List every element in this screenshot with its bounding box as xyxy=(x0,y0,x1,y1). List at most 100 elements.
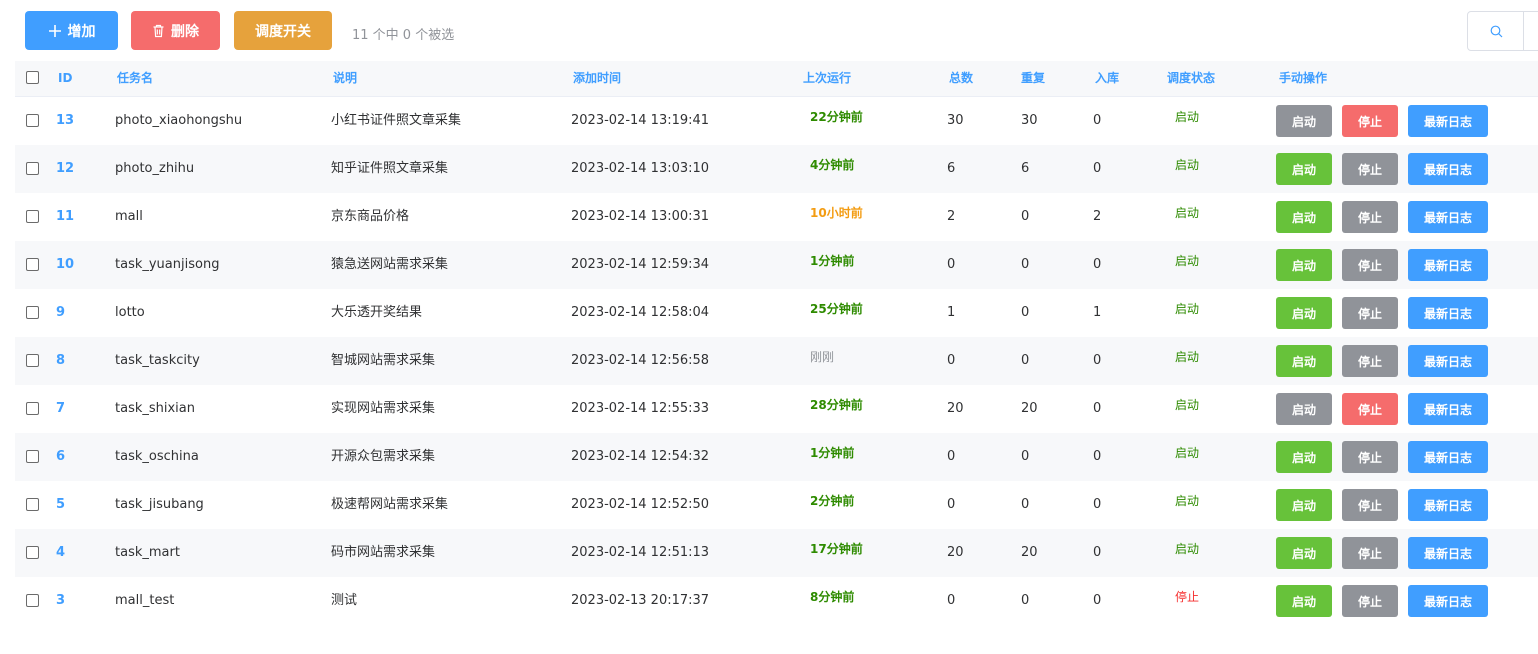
total-count: 2 xyxy=(947,209,956,224)
schedule-toggle-button[interactable]: 调度开关 xyxy=(234,11,332,50)
stop-button[interactable]: 停止 xyxy=(1342,393,1398,425)
task-id-link[interactable]: 12 xyxy=(56,145,74,193)
latest-log-button[interactable]: 最新日志 xyxy=(1408,201,1488,233)
last-run: 28分钟前 xyxy=(810,398,863,412)
table-body: 13 photo_xiaohongshu 小红书证件照文章采集 2023-02-14 … xyxy=(15,97,1538,625)
header-status[interactable]: 调度状态 xyxy=(1167,61,1215,96)
task-id-link[interactable]: 5 xyxy=(56,481,65,529)
stop-button[interactable]: 停止 xyxy=(1342,537,1398,569)
latest-log-button[interactable]: 最新日志 xyxy=(1408,489,1488,521)
header-dup[interactable]: 重复 xyxy=(1021,61,1045,96)
latest-log-button[interactable]: 最新日志 xyxy=(1408,345,1488,377)
task-name: mall_test xyxy=(115,593,175,608)
added-time: 2023-02-14 12:55:33 xyxy=(571,401,710,416)
task-id-link[interactable]: 9 xyxy=(56,289,65,337)
last-run: 1分钟前 xyxy=(810,446,855,460)
header-total[interactable]: 总数 xyxy=(949,61,973,96)
latest-log-button[interactable]: 最新日志 xyxy=(1408,537,1488,569)
total-count: 0 xyxy=(947,593,956,608)
row-checkbox[interactable] xyxy=(26,546,39,559)
stop-button[interactable]: 停止 xyxy=(1342,249,1398,281)
latest-log-button[interactable]: 最新日志 xyxy=(1408,249,1488,281)
latest-log-button[interactable]: 最新日志 xyxy=(1408,105,1488,137)
table-row: 9 lotto 大乐透开奖结果 2023-02-14 12:58:04 25分钟前 1 0 1… xyxy=(15,289,1538,337)
task-id-link[interactable]: 8 xyxy=(56,337,65,385)
start-button[interactable]: 启动 xyxy=(1276,537,1332,569)
row-checkbox[interactable] xyxy=(26,594,39,607)
task-name: task_jisubang xyxy=(115,497,204,512)
stop-button[interactable]: 停止 xyxy=(1342,489,1398,521)
header-name[interactable]: 任务名 xyxy=(117,61,153,96)
start-button[interactable]: 启动 xyxy=(1276,345,1332,377)
add-button[interactable]: 增加 xyxy=(25,11,118,50)
task-id-link[interactable]: 13 xyxy=(56,97,74,145)
row-checkbox[interactable] xyxy=(26,114,39,127)
start-button[interactable]: 启动 xyxy=(1276,297,1332,329)
task-description: 码市网站需求采集 xyxy=(331,545,436,560)
start-button[interactable]: 启动 xyxy=(1276,393,1332,425)
row-checkbox[interactable] xyxy=(26,402,39,415)
table-row: 11 mall 京东商品价格 2023-02-14 13:00:31 10小时前 2 0 2 启… xyxy=(15,193,1538,241)
row-checkbox[interactable] xyxy=(26,498,39,511)
schedule-status: 启动 xyxy=(1175,350,1200,364)
start-button[interactable]: 启动 xyxy=(1276,489,1332,521)
total-count: 0 xyxy=(947,257,956,272)
header-stored[interactable]: 入库 xyxy=(1095,61,1119,96)
latest-log-button[interactable]: 最新日志 xyxy=(1408,153,1488,185)
task-id-link[interactable]: 10 xyxy=(56,241,74,289)
table-row: 6 task_oschina 开源众包需求采集 2023-02-14 12:54:32… xyxy=(15,433,1538,481)
task-id-link[interactable]: 11 xyxy=(56,193,74,241)
last-run: 22分钟前 xyxy=(810,110,863,124)
schedule-status: 启动 xyxy=(1175,206,1200,220)
stop-button[interactable]: 停止 xyxy=(1342,153,1398,185)
search-button[interactable] xyxy=(1467,11,1538,51)
delete-button[interactable]: 删除 xyxy=(131,11,220,50)
header-added[interactable]: 添加时间 xyxy=(573,61,621,96)
table-row: 7 task_shixian 实现网站需求采集 2023-02-14 12:55:33… xyxy=(15,385,1538,433)
schedule-status: 启动 xyxy=(1175,494,1200,508)
start-button[interactable]: 启动 xyxy=(1276,201,1332,233)
latest-log-button[interactable]: 最新日志 xyxy=(1408,393,1488,425)
task-name: task_taskcity xyxy=(115,353,200,368)
duplicate-count: 0 xyxy=(1021,593,1030,608)
stop-button[interactable]: 停止 xyxy=(1342,345,1398,377)
latest-log-button[interactable]: 最新日志 xyxy=(1408,297,1488,329)
last-run: 4分钟前 xyxy=(810,158,855,172)
header-last-run[interactable]: 上次运行 xyxy=(803,61,851,96)
latest-log-button[interactable]: 最新日志 xyxy=(1408,441,1488,473)
schedule-status: 启动 xyxy=(1175,254,1200,268)
task-id-link[interactable]: 4 xyxy=(56,529,65,577)
row-checkbox[interactable] xyxy=(26,450,39,463)
stop-button[interactable]: 停止 xyxy=(1342,585,1398,617)
row-checkbox[interactable] xyxy=(26,258,39,271)
task-description: 测试 xyxy=(331,593,358,608)
header-desc[interactable]: 说明 xyxy=(333,61,357,96)
select-all-checkbox[interactable] xyxy=(26,71,39,84)
row-checkbox[interactable] xyxy=(26,354,39,367)
task-id-link[interactable]: 3 xyxy=(56,577,65,625)
start-button[interactable]: 启动 xyxy=(1276,585,1332,617)
start-button[interactable]: 启动 xyxy=(1276,105,1332,137)
latest-log-button[interactable]: 最新日志 xyxy=(1408,585,1488,617)
header-actions: 手动操作 xyxy=(1279,71,1328,85)
stop-button[interactable]: 停止 xyxy=(1342,105,1398,137)
stored-count: 0 xyxy=(1093,353,1102,368)
row-checkbox[interactable] xyxy=(26,162,39,175)
start-button[interactable]: 启动 xyxy=(1276,153,1332,185)
stop-button[interactable]: 停止 xyxy=(1342,201,1398,233)
added-time: 2023-02-14 12:56:58 xyxy=(571,353,710,368)
task-id-link[interactable]: 6 xyxy=(56,433,65,481)
row-checkbox[interactable] xyxy=(26,210,39,223)
last-run: 8分钟前 xyxy=(810,590,855,604)
added-time: 2023-02-14 13:03:10 xyxy=(571,161,710,176)
stop-button[interactable]: 停止 xyxy=(1342,297,1398,329)
task-id-link[interactable]: 7 xyxy=(56,385,65,433)
stored-count: 0 xyxy=(1093,449,1102,464)
start-button[interactable]: 启动 xyxy=(1276,441,1332,473)
added-time: 2023-02-14 12:58:04 xyxy=(571,305,710,320)
stop-button[interactable]: 停止 xyxy=(1342,441,1398,473)
start-button[interactable]: 启动 xyxy=(1276,249,1332,281)
row-checkbox[interactable] xyxy=(26,306,39,319)
header-id[interactable]: ID xyxy=(58,61,72,96)
task-name: photo_zhihu xyxy=(115,161,195,176)
